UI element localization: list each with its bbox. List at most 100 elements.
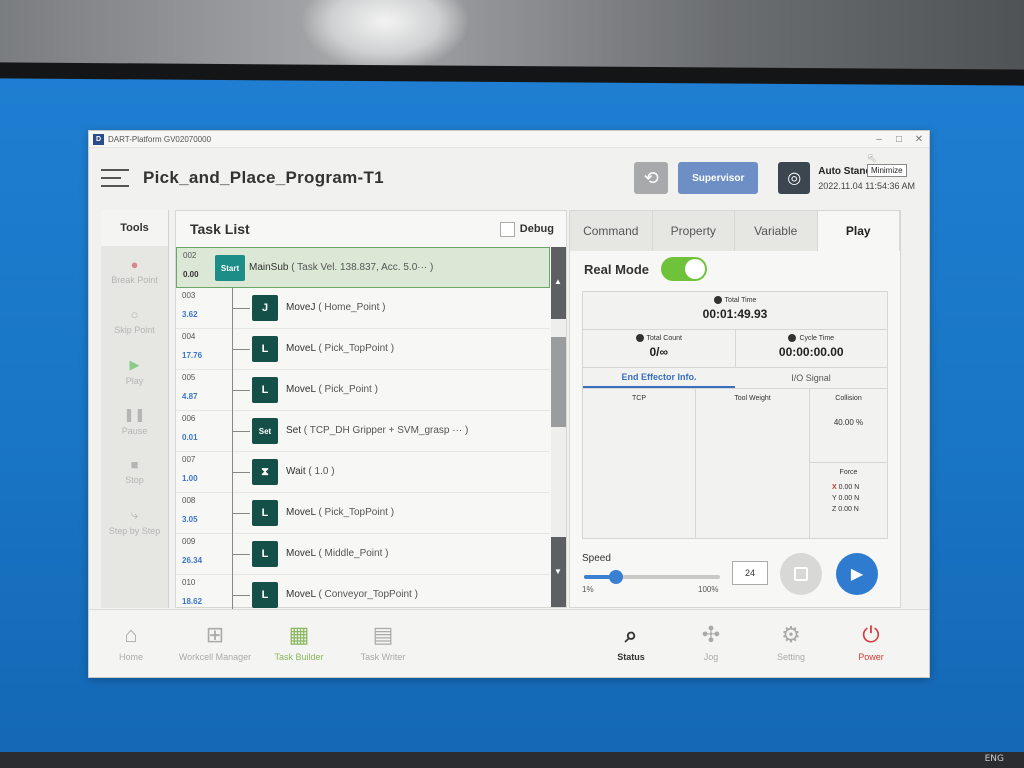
task-rows: 002 0.00 Start MainSub ( Task Vel. 138.8… (176, 247, 550, 609)
tab-command[interactable]: Command (570, 211, 653, 251)
line-number: 009 (182, 537, 196, 546)
step-by-step-icon: ⤷ (130, 506, 139, 522)
gear-icon: ⚙ (781, 622, 801, 647)
minimize-button[interactable]: – (869, 134, 889, 145)
tab-play[interactable]: Play (817, 211, 900, 251)
robot-state-icon: ◎ (778, 162, 811, 194)
step-by-step-label: Step by Step (108, 525, 161, 536)
supervisor-button[interactable]: Supervisor (678, 162, 759, 194)
force-axis: X (832, 484, 837, 491)
jog-icon: ✣ (701, 622, 721, 647)
power-cycle-icon: ⟲ (643, 167, 659, 188)
debug-toggle[interactable]: Debug (499, 221, 554, 237)
speed-slider[interactable] (584, 570, 720, 584)
play-button[interactable]: ▶ (836, 553, 878, 595)
command-params: ( TCP_DH Gripper + SVM_grasp ··· ) (303, 425, 469, 436)
nav-task-writer[interactable]: ▤ Task Writer (343, 622, 423, 662)
nav-label: Jog (703, 652, 719, 662)
task-row[interactable]: 002 0.00 Start MainSub ( Task Vel. 138.8… (176, 247, 550, 288)
break-point-tool[interactable]: ● Break Point (101, 246, 168, 296)
task-row[interactable]: 009 26.34 L MoveL ( Middle_Point ) (176, 534, 550, 575)
maximize-button[interactable]: □ (889, 134, 909, 145)
skip-point-label: Skip Point (114, 325, 155, 335)
line-number: 003 (182, 291, 196, 300)
step-time: 0.01 (182, 433, 198, 442)
task-row[interactable]: 006 0.01 Set Set ( TCP_DH Gripper + SVM_… (176, 411, 550, 452)
movel-icon: L (252, 336, 278, 362)
scroll-thumb[interactable] (551, 337, 566, 427)
line-number: 010 (182, 578, 196, 587)
step-by-step-tool[interactable]: ⤷ Step by Step (101, 496, 168, 546)
command-name: Set (286, 425, 302, 436)
task-list-scrollbar[interactable]: ▲ ▼ (551, 247, 566, 607)
speed-value-input[interactable]: 24 (732, 561, 768, 585)
stop-icon (794, 567, 808, 581)
command-name: MoveL (286, 589, 316, 600)
command-name: MainSub (249, 262, 289, 273)
skip-point-tool[interactable]: ○ Skip Point (101, 296, 168, 346)
break-point-icon: ● (130, 257, 139, 272)
tools-panel: Tools ● Break Point ○ Skip Point ▶ Play … (101, 210, 169, 608)
pause-icon: ❚❚ (123, 406, 146, 422)
task-row[interactable]: 004 17.76 L MoveL ( Pick_TopPoint ) (176, 329, 550, 370)
force-value: 0.00 N (838, 495, 860, 502)
tab-variable[interactable]: Variable (735, 211, 818, 251)
task-row[interactable]: 008 3.05 L MoveL ( Pick_TopPoint ) (176, 493, 550, 534)
speed-slider-handle[interactable] (608, 570, 623, 584)
nav-jog[interactable]: ✣ Jog (671, 622, 751, 662)
clock-icon (713, 296, 722, 304)
program-title: Pick_and_Place_Program-T1 (143, 168, 384, 187)
step-time: 1.00 (182, 474, 198, 483)
command-params: ( Conveyor_TopPoint ) (318, 589, 418, 600)
task-row[interactable]: 010 18.62 L MoveL ( Conveyor_TopPoint ) (176, 575, 550, 609)
tab-io-signal[interactable]: I/O Signal (735, 368, 887, 388)
debug-checkbox[interactable] (499, 221, 515, 237)
pause-tool[interactable]: ❚❚ Pause (101, 396, 168, 446)
counter-icon (635, 334, 644, 342)
real-mode-toggle[interactable] (661, 257, 708, 281)
scroll-down-button[interactable]: ▼ (551, 537, 566, 607)
nav-workcell-manager[interactable]: ⊞ Workcell Manager (175, 622, 255, 662)
command-name: Wait (286, 466, 306, 477)
step-time: 3.05 (182, 515, 198, 524)
status-icon: ⌕ (624, 622, 638, 647)
task-row[interactable]: 007 1.00 ⧗ Wait ( 1.0 ) (176, 452, 550, 493)
task-row[interactable]: 003 3.62 J MoveJ ( Home_Point ) (176, 288, 550, 329)
total-time-value: 00:01:49.93 (702, 307, 768, 321)
line-number: 002 (183, 251, 197, 260)
nav-status[interactable]: ⌕ Status (591, 622, 671, 662)
scroll-up-button[interactable]: ▲ (551, 247, 566, 319)
command-params: ( Pick_TopPoint ) (318, 507, 395, 518)
task-list-title: Task List (190, 221, 250, 237)
step-time: 4.87 (182, 392, 198, 401)
force-axis: Z (832, 506, 837, 513)
minimize-tooltip: Minimize (867, 164, 907, 177)
stop-tool[interactable]: ■ Stop (101, 446, 168, 496)
return-home-button[interactable]: ⟲ (634, 162, 669, 194)
nav-label: Home (118, 652, 143, 662)
close-button[interactable]: ✕ (909, 134, 929, 145)
nav-label: Power (858, 652, 884, 662)
stop-icon: ■ (130, 457, 139, 472)
line-number: 006 (182, 414, 196, 423)
tcp-column: TCP (583, 389, 696, 538)
tab-property[interactable]: Property (652, 211, 735, 251)
total-count-value: 0/∞ (649, 345, 669, 359)
task-row[interactable]: 005 4.87 L MoveL ( Pick_Point ) (176, 370, 550, 411)
play-tool[interactable]: ▶ Play (101, 346, 168, 396)
debug-label: Debug (519, 223, 554, 235)
step-time: 3.62 (182, 310, 198, 319)
nav-task-builder[interactable]: ▦ Task Builder (259, 622, 339, 662)
nav-setting[interactable]: ⚙ Setting (751, 622, 831, 662)
force-value: 0.00 N (838, 484, 860, 491)
panel-tabs: Command Property Variable Play (570, 211, 900, 251)
set-icon: Set (252, 418, 278, 444)
nav-power[interactable]: ⏻ Power (831, 622, 911, 662)
nav-home[interactable]: ⌂ Home (91, 622, 171, 662)
bottom-nav: ⌂ Home ⊞ Workcell Manager ▦ Task Builder… (89, 609, 929, 677)
stop-button[interactable] (780, 553, 822, 595)
tab-end-effector[interactable]: End Effector Info. (583, 368, 735, 388)
line-number: 008 (182, 496, 196, 505)
movel-icon: L (252, 500, 278, 526)
menu-icon[interactable] (101, 169, 129, 187)
